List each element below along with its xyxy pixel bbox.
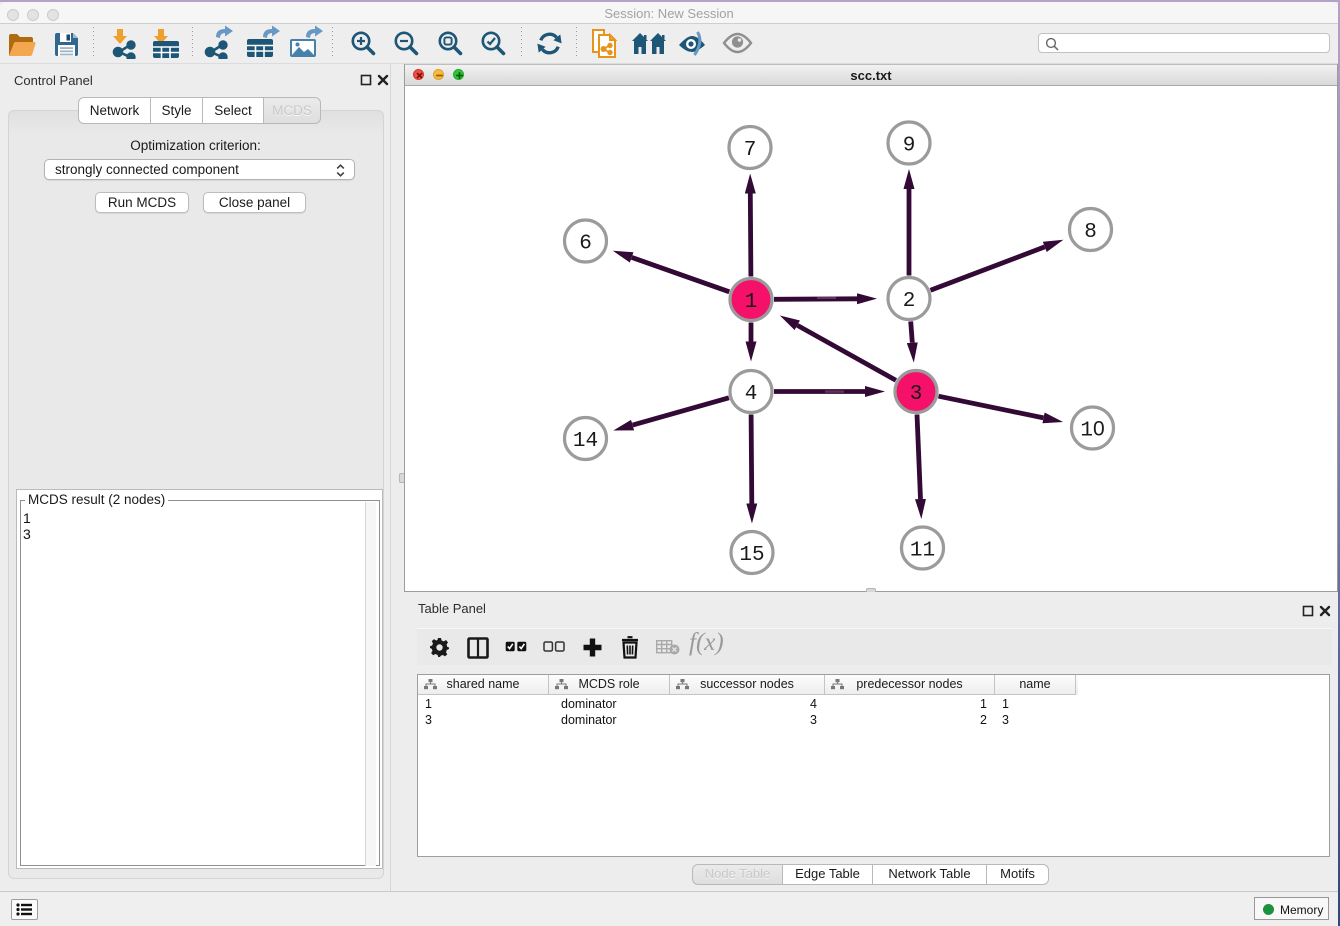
- svg-text:8: 8: [1084, 221, 1097, 244]
- svg-text:1: 1: [745, 291, 758, 314]
- svg-text:9: 9: [903, 135, 916, 158]
- svg-text:14: 14: [573, 430, 598, 453]
- svg-text:10: 10: [1080, 418, 1104, 443]
- svg-text:7: 7: [744, 139, 757, 162]
- svg-text:4: 4: [745, 383, 758, 406]
- svg-text:3: 3: [910, 383, 923, 406]
- svg-text:6: 6: [579, 233, 592, 256]
- svg-text:11: 11: [910, 540, 935, 563]
- svg-text:2: 2: [903, 290, 916, 313]
- svg-text:15: 15: [739, 544, 764, 567]
